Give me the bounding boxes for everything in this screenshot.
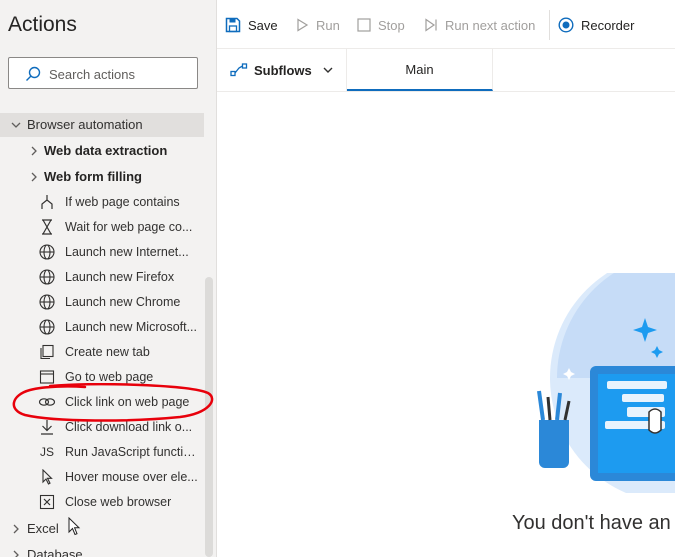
action-if-web-page-contains[interactable]: If web page contains [0, 190, 204, 214]
action-close-web-browser[interactable]: Close web browser [0, 490, 204, 514]
action-click-download-link[interactable]: Click download link o... [0, 415, 204, 439]
subcategory-web-form-filling[interactable]: Web form filling [0, 165, 204, 189]
run-button[interactable]: Run [295, 14, 340, 36]
stop-label: Stop [378, 17, 405, 33]
recorder-label: Recorder [581, 17, 635, 33]
action-label: Run JavaScript functio... [65, 445, 200, 459]
stop-icon [357, 18, 371, 32]
action-label: Click download link o... [65, 420, 193, 434]
globe-icon [38, 318, 56, 336]
branch-icon [38, 193, 56, 211]
category-browser-automation[interactable]: Browser automation [0, 113, 204, 137]
save-button[interactable]: Save [225, 14, 278, 36]
toolbar-divider [549, 10, 550, 40]
action-label: Wait for web page co... [65, 220, 193, 234]
actions-scrollbar[interactable] [205, 277, 213, 557]
record-icon [558, 17, 574, 33]
js-icon: JS [39, 445, 54, 459]
action-run-javascript[interactable]: JS Run JavaScript functio... [0, 440, 204, 464]
pointer-icon [38, 468, 56, 486]
link-icon [38, 393, 56, 411]
subflows-label: Subflows [254, 62, 312, 78]
play-icon [297, 18, 309, 32]
subcategory-label: Web data extraction [44, 143, 168, 158]
actions-panel: Actions Browser automation Web data extr… [0, 0, 217, 557]
globe-icon [38, 293, 56, 311]
action-launch-internet-explorer[interactable]: Launch new Internet... [0, 240, 204, 264]
empty-state-illustration [537, 273, 675, 493]
action-label: Hover mouse over ele... [65, 470, 198, 484]
save-icon [225, 17, 241, 33]
search-box[interactable] [8, 57, 198, 89]
action-label: Close web browser [65, 495, 172, 509]
action-create-new-tab[interactable]: Create new tab [0, 340, 204, 364]
subcategory-web-data-extraction[interactable]: Web data extraction [0, 139, 204, 163]
run-next-action-button[interactable]: Run next action [424, 14, 535, 36]
globe-icon [38, 243, 56, 261]
chevron-down-icon [11, 122, 21, 128]
action-label: Go to web page [65, 370, 154, 384]
close-box-icon [38, 493, 56, 511]
new-tab-icon [38, 343, 56, 361]
search-input[interactable] [49, 64, 189, 84]
search-icon [26, 66, 41, 81]
action-label: If web page contains [65, 195, 180, 209]
group-excel[interactable]: Excel [0, 517, 204, 541]
actions-title: Actions [8, 13, 77, 36]
recorder-button[interactable]: Recorder [558, 14, 634, 36]
toolbar: Save Run Stop Run next action Recorder [217, 0, 675, 49]
run-label: Run [316, 17, 340, 33]
empty-state-message: You don't have an [512, 512, 671, 534]
chevron-right-icon [31, 172, 37, 182]
flow-canvas[interactable]: You don't have an [217, 93, 675, 557]
action-launch-firefox[interactable]: Launch new Firefox [0, 265, 204, 289]
tab-main[interactable]: Main [347, 49, 493, 91]
action-launch-microsoft-edge[interactable]: Launch new Microsoft... [0, 315, 204, 339]
action-hover-mouse[interactable]: Hover mouse over ele... [0, 465, 204, 489]
globe-icon [38, 268, 56, 286]
action-label: Click link on web page [65, 395, 190, 409]
action-go-to-web-page[interactable]: Go to web page [0, 365, 204, 389]
action-label: Launch new Internet... [65, 245, 189, 259]
category-label: Browser automation [27, 117, 143, 132]
step-forward-icon [425, 18, 437, 32]
action-wait-for-web-page[interactable]: Wait for web page co... [0, 215, 204, 239]
chevron-down-icon [323, 67, 333, 73]
mouse-cursor-icon [68, 517, 81, 536]
action-label: Launch new Firefox [65, 270, 175, 284]
action-launch-chrome[interactable]: Launch new Chrome [0, 290, 204, 314]
run-next-label: Run next action [445, 17, 536, 33]
web-page-icon [38, 368, 56, 386]
stop-button[interactable]: Stop [357, 14, 405, 36]
download-icon [38, 418, 56, 436]
subflows-icon [230, 63, 248, 77]
action-label: Launch new Chrome [65, 295, 181, 309]
subflows-dropdown[interactable]: Subflows [217, 49, 347, 91]
action-label: Create new tab [65, 345, 150, 359]
hourglass-icon [38, 218, 56, 236]
subcategory-label: Web form filling [44, 169, 142, 184]
group-label: Database [27, 547, 83, 557]
action-click-link-on-web-page[interactable]: Click link on web page [0, 390, 204, 414]
action-label: Launch new Microsoft... [65, 320, 198, 334]
tab-bar: Subflows Main [217, 49, 675, 92]
group-label: Excel [27, 521, 59, 536]
chevron-right-icon [13, 550, 19, 557]
chevron-right-icon [31, 146, 37, 156]
group-database[interactable]: Database [0, 543, 204, 557]
save-label: Save [248, 17, 278, 33]
chevron-right-icon [13, 524, 19, 534]
